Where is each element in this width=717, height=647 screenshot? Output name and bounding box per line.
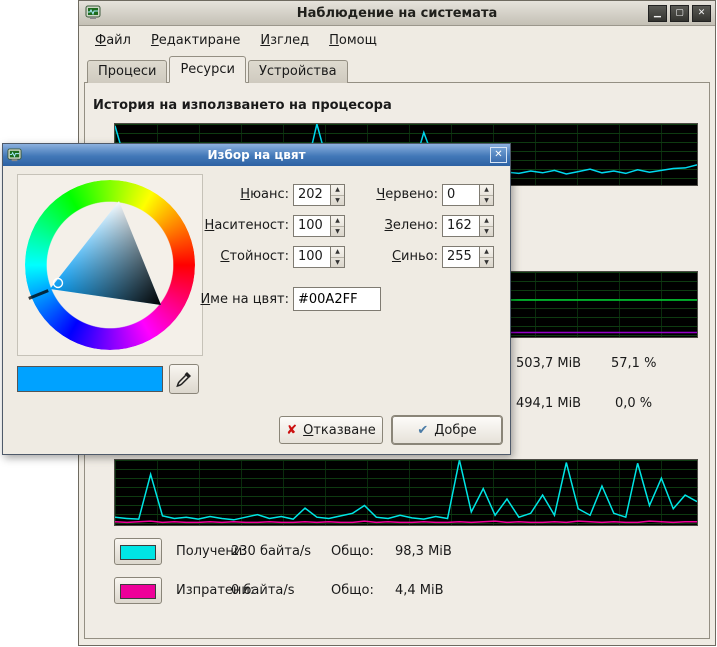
menu-file[interactable]: Файл xyxy=(87,29,139,52)
blue-value[interactable]: 255 xyxy=(443,247,479,267)
green-value[interactable]: 162 xyxy=(443,216,479,236)
dialog-close-icon[interactable]: ✕ xyxy=(490,147,507,163)
tab-bar: Процеси Ресурси Устройства xyxy=(87,56,350,83)
swap-percent-value: 0,0 % xyxy=(615,396,652,411)
spin-up-icon[interactable]: ▲ xyxy=(331,247,344,257)
maximize-icon[interactable]: ▢ xyxy=(670,5,689,22)
memory-percent-value: 57,1 % xyxy=(611,356,656,371)
menu-view[interactable]: Изглед xyxy=(252,29,317,52)
spin-up-icon[interactable]: ▲ xyxy=(331,185,344,195)
hue-value[interactable]: 202 xyxy=(294,185,330,205)
spin-up-icon[interactable]: ▲ xyxy=(480,247,493,257)
blue-spinbox[interactable]: 255 ▲ ▼ xyxy=(442,246,494,268)
sent-color-button[interactable] xyxy=(114,577,162,604)
eyedropper-icon xyxy=(174,369,194,389)
tab-resources[interactable]: Ресурси xyxy=(169,56,246,83)
saturation-value[interactable]: 100 xyxy=(294,216,330,236)
green-label: Зелено: xyxy=(352,218,438,233)
spin-down-icon[interactable]: ▼ xyxy=(480,226,493,237)
network-in-series-line xyxy=(115,460,697,520)
ok-button-label: Добре xyxy=(434,423,476,438)
menu-help[interactable]: Помощ xyxy=(321,29,385,52)
menubar: Файл Редактиране Изглед Помощ xyxy=(81,27,713,53)
saturation-spinbox[interactable]: 100 ▲ ▼ xyxy=(293,215,345,237)
cancel-button[interactable]: ✘ Отказване xyxy=(279,416,383,444)
blue-label: Синьо: xyxy=(352,249,438,264)
close-icon[interactable]: ✕ xyxy=(692,5,711,22)
spin-up-icon[interactable]: ▲ xyxy=(331,216,344,226)
memory-total-value: 503,7 MiB xyxy=(516,356,581,371)
received-color-swatch xyxy=(120,545,156,560)
saturation-label: Наситеност: xyxy=(153,218,289,233)
spin-down-icon[interactable]: ▼ xyxy=(480,257,493,268)
received-rate: 230 байта/s xyxy=(231,544,311,559)
swap-total-value: 494,1 MiB xyxy=(516,396,581,411)
eyedropper-button[interactable] xyxy=(169,364,199,394)
color-name-label: Име на цвят: xyxy=(153,292,289,307)
value-value[interactable]: 100 xyxy=(294,247,330,267)
color-preview xyxy=(17,366,163,392)
tab-processes[interactable]: Процеси xyxy=(87,60,167,83)
sent-total: 4,4 MiB xyxy=(395,583,444,598)
sent-total-label: Общо: xyxy=(331,583,374,598)
cancel-icon: ✘ xyxy=(286,423,297,438)
hsv-triangle[interactable] xyxy=(25,180,195,350)
received-total-label: Общо: xyxy=(331,544,374,559)
red-spinbox[interactable]: 0 ▲ ▼ xyxy=(442,184,494,206)
menu-edit[interactable]: Редактиране xyxy=(143,29,248,52)
spin-down-icon[interactable]: ▼ xyxy=(331,257,344,268)
value-label: Стойност: xyxy=(153,249,289,264)
network-sent-row: Изпратени: 0 байта/s Общо: 4,4 MiB xyxy=(114,577,694,605)
minimize-icon[interactable]: ▁ xyxy=(648,5,667,22)
value-spinbox[interactable]: 100 ▲ ▼ xyxy=(293,246,345,268)
spin-up-icon[interactable]: ▲ xyxy=(480,216,493,226)
cancel-button-label: Отказване xyxy=(303,423,376,438)
window-title: Наблюдение на системата xyxy=(79,6,715,21)
sent-rate: 0 байта/s xyxy=(231,583,295,598)
dialog-body: Нюанс: 202 ▲ ▼ Наситеност: 100 ▲ ▼ Стойн… xyxy=(3,166,510,454)
ok-button[interactable]: ✔ Добре xyxy=(392,416,502,444)
cpu-history-heading: История на използването на процесора xyxy=(93,98,392,113)
main-titlebar[interactable]: Наблюдение на системата ▁ ▢ ✕ xyxy=(79,1,715,26)
network-received-row: Получени: 230 байта/s Общо: 98,3 MiB xyxy=(114,538,694,566)
desktop: Наблюдение на системата ▁ ▢ ✕ Файл Редак… xyxy=(0,0,717,647)
green-spinbox[interactable]: 162 ▲ ▼ xyxy=(442,215,494,237)
dialog-icon xyxy=(7,148,22,163)
received-color-button[interactable] xyxy=(114,538,162,565)
red-value[interactable]: 0 xyxy=(443,185,479,205)
hue-label: Нюанс: xyxy=(153,187,289,202)
hue-spinbox[interactable]: 202 ▲ ▼ xyxy=(293,184,345,206)
spin-up-icon[interactable]: ▲ xyxy=(480,185,493,195)
spin-down-icon[interactable]: ▼ xyxy=(331,195,344,206)
system-monitor-icon xyxy=(85,5,101,21)
spin-down-icon[interactable]: ▼ xyxy=(480,195,493,206)
sent-color-swatch xyxy=(120,584,156,599)
dialog-title: Избор на цвят xyxy=(3,148,510,162)
tab-devices[interactable]: Устройства xyxy=(248,60,348,83)
color-picker-dialog: Избор на цвят ✕ xyxy=(2,143,511,455)
received-total: 98,3 MiB xyxy=(395,544,452,559)
network-out-series-line xyxy=(115,521,697,522)
spin-down-icon[interactable]: ▼ xyxy=(331,226,344,237)
network-history-chart xyxy=(114,459,698,526)
ok-icon: ✔ xyxy=(417,423,428,438)
color-name-input[interactable] xyxy=(293,287,381,311)
red-label: Червено: xyxy=(352,187,438,202)
dialog-titlebar[interactable]: Избор на цвят ✕ xyxy=(3,144,510,166)
